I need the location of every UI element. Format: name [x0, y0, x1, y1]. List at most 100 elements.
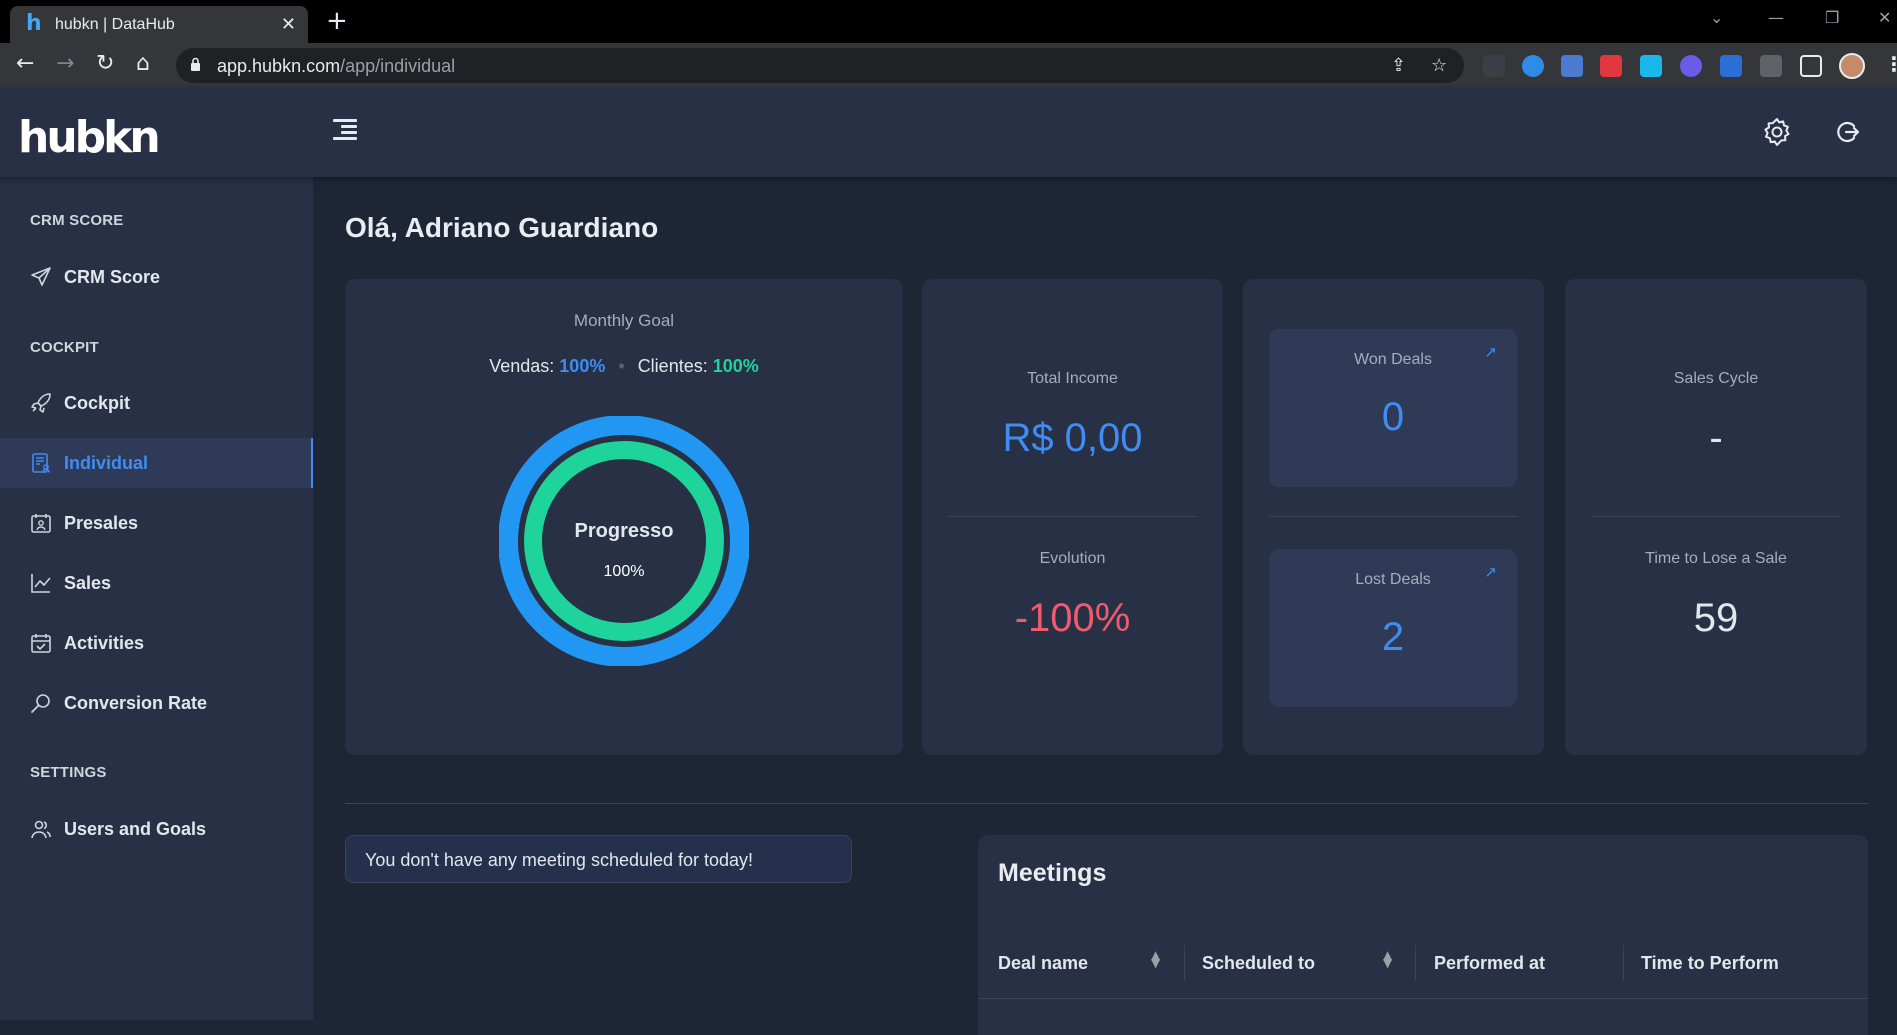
- extension-pen-icon[interactable]: [1483, 55, 1505, 77]
- column-separator: [1623, 945, 1624, 981]
- sort-scheduled-to-icon[interactable]: ▲ ▼: [1383, 949, 1392, 969]
- tab-search-icon[interactable]: ⌄: [1710, 8, 1723, 27]
- calendar-person-icon: [31, 514, 51, 533]
- sidebar-section-settings: SETTINGS: [30, 764, 107, 781]
- app-header: hubkn: [0, 88, 1897, 177]
- column-separator: [1415, 945, 1416, 981]
- total-income-value: R$ 0,00: [1002, 416, 1143, 460]
- side-panel-icon[interactable]: [1800, 55, 1822, 77]
- progress-ring-chart: Progresso 100%: [499, 416, 749, 666]
- separator-dot: •: [618, 356, 625, 376]
- lost-deals-value: 2: [1381, 615, 1405, 659]
- menu-toggle-icon[interactable]: [333, 119, 357, 141]
- vendas-value: 100%: [559, 356, 606, 376]
- rocket-icon: [31, 393, 51, 413]
- monthly-goal-summary: Vendas: 100% • Clientes: 100%: [345, 356, 903, 377]
- sidebar-item-label: Users and Goals: [64, 818, 207, 839]
- clientes-label: Clientes:: [637, 356, 708, 376]
- settings-gear-icon[interactable]: [1761, 116, 1793, 148]
- column-header-time-to-perform[interactable]: Time to Perform: [1641, 953, 1779, 974]
- lock-icon: [191, 57, 200, 71]
- restore-icon[interactable]: ❐: [1825, 8, 1839, 27]
- column-header-performed-at[interactable]: Performed at: [1434, 953, 1545, 974]
- extension-calendar-icon[interactable]: [1600, 55, 1622, 77]
- deals-card: ↗ Won Deals 0 ↗ Lost Deals 2: [1243, 279, 1544, 755]
- tab-title: hubkn | DataHub: [55, 16, 175, 33]
- close-window-icon[interactable]: ✕: [1878, 8, 1891, 27]
- sidebar-item-conversion-rate[interactable]: Conversion Rate: [0, 678, 313, 728]
- url-text: app.hubkn.com/app/individual: [217, 56, 455, 77]
- table-header-divider: [978, 998, 1868, 999]
- lost-deals-label: Lost Deals: [1355, 571, 1431, 588]
- card-divider: [1591, 516, 1841, 517]
- sidebar: CRM SCORE CRM Score COCKPIT Cockpit Indi…: [0, 177, 313, 1020]
- browser-toolbar: ← → ↻ ⌂ app.hubkn.com/app/individual ⇪ ☆…: [0, 43, 1897, 88]
- extension-translate-icon[interactable]: [1561, 55, 1583, 77]
- home-icon[interactable]: ⌂: [136, 51, 150, 76]
- won-deals-label: Won Deals: [1354, 351, 1432, 368]
- extension-vimeo-icon[interactable]: [1640, 55, 1662, 77]
- users-icon: [31, 820, 51, 839]
- reload-icon[interactable]: ↻: [96, 51, 114, 76]
- income-card: Total Income R$ 0,00 Evolution -100%: [922, 279, 1223, 755]
- evolution-value: -100%: [1014, 596, 1131, 640]
- extension-feather-icon[interactable]: [1720, 55, 1742, 77]
- section-divider: [345, 803, 1868, 804]
- column-separator: [1184, 945, 1185, 981]
- back-icon[interactable]: ←: [16, 51, 34, 76]
- search-icon: [31, 694, 50, 713]
- calendar-check-icon: [31, 634, 51, 653]
- monthly-goal-card: Monthly Goal Vendas: 100% • Clientes: 10…: [345, 279, 903, 755]
- sidebar-item-label: Cockpit: [64, 392, 131, 413]
- meetings-panel: Meetings Deal name ▲ ▼ Scheduled to ▲ ▼ Pe…: [978, 835, 1868, 1035]
- browser-tab[interactable]: h hubkn | DataHub ✕: [10, 6, 308, 43]
- close-tab-icon[interactable]: ✕: [281, 14, 296, 35]
- profile-avatar[interactable]: [1839, 53, 1865, 79]
- sidebar-item-label: Individual: [64, 452, 149, 473]
- sidebar-item-individual[interactable]: Individual: [0, 438, 313, 488]
- logout-icon[interactable]: [1832, 116, 1864, 148]
- won-deals-box[interactable]: ↗ Won Deals 0: [1269, 329, 1517, 487]
- card-divider: [1269, 516, 1518, 517]
- new-tab-button[interactable]: +: [326, 6, 348, 36]
- share-icon[interactable]: ⇪: [1391, 55, 1406, 76]
- line-chart-icon: [31, 574, 51, 593]
- column-header-deal-name[interactable]: Deal name: [998, 953, 1088, 974]
- sidebar-item-label: Conversion Rate: [64, 692, 208, 713]
- bookmark-star-icon[interactable]: ☆: [1431, 55, 1447, 76]
- send-icon: [31, 267, 51, 286]
- monthly-goal-title: Monthly Goal: [573, 311, 675, 330]
- main-content: Olá, Adriano Guardiano Monthly Goal Vend…: [313, 177, 1897, 1035]
- sidebar-item-users-and-goals[interactable]: Users and Goals: [0, 804, 313, 854]
- lost-deals-box[interactable]: ↗ Lost Deals 2: [1269, 549, 1517, 707]
- card-divider: [948, 516, 1197, 517]
- url-host: app.hubkn.com: [217, 56, 341, 76]
- vendas-label: Vendas:: [489, 356, 555, 376]
- clientes-value: 100%: [712, 356, 759, 376]
- sidebar-item-presales[interactable]: Presales: [0, 498, 313, 548]
- column-header-scheduled-to[interactable]: Scheduled to: [1202, 953, 1315, 974]
- sidebar-section-crm-score: CRM SCORE: [30, 212, 124, 229]
- forward-icon[interactable]: →: [56, 51, 74, 76]
- sales-cycle-label: Sales Cycle: [1673, 370, 1759, 387]
- document-person-icon: [32, 453, 51, 473]
- page-greeting: Olá, Adriano Guardiano: [345, 212, 659, 243]
- progress-label: Progresso: [575, 520, 674, 542]
- sidebar-item-crm-score[interactable]: CRM Score: [0, 252, 313, 302]
- minimize-icon[interactable]: —: [1768, 8, 1784, 27]
- sidebar-item-sales[interactable]: Sales: [0, 558, 313, 608]
- browser-tabbar: h hubkn | DataHub ✕ + ⌄ — ❐ ✕: [0, 0, 1897, 43]
- sidebar-item-label: CRM Score: [64, 266, 161, 287]
- sidebar-item-cockpit[interactable]: Cockpit: [0, 378, 313, 428]
- sales-cycle-card: Sales Cycle - Time to Lose a Sale 59: [1565, 279, 1867, 755]
- sort-deal-name-icon[interactable]: ▲ ▼: [1151, 949, 1160, 969]
- time-to-lose-label: Time to Lose a Sale: [1645, 550, 1787, 567]
- extension-diamond-icon[interactable]: [1522, 55, 1544, 77]
- sidebar-item-activities[interactable]: Activities: [0, 618, 313, 668]
- extensions-puzzle-icon[interactable]: [1760, 55, 1782, 77]
- time-to-lose-value: 59: [1693, 596, 1739, 640]
- hubkn-logo[interactable]: hubkn: [18, 112, 161, 163]
- browser-menu-icon[interactable]: ⋮: [1884, 52, 1897, 76]
- extension-asterisk-icon[interactable]: [1680, 55, 1702, 77]
- address-bar[interactable]: app.hubkn.com/app/individual ⇪ ☆: [176, 48, 1464, 83]
